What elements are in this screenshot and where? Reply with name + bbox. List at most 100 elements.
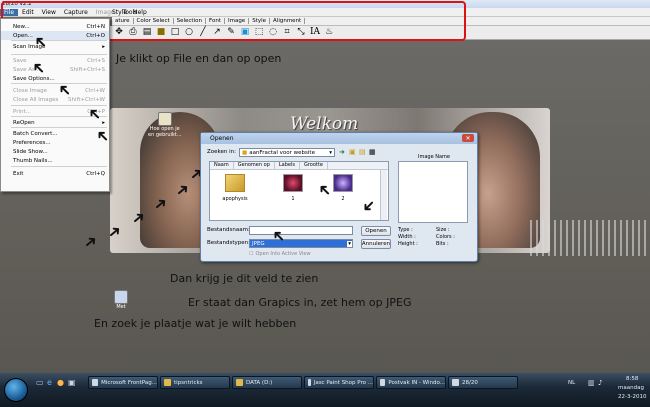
volume-icon[interactable]: ♪ bbox=[598, 379, 602, 387]
open-button[interactable]: Openen bbox=[361, 226, 391, 236]
column-date[interactable]: Genomen op bbox=[234, 162, 275, 169]
taskbar-item[interactable]: Jasc Paint Shop Pro ... bbox=[304, 376, 374, 389]
network-icon[interactable]: ▥ bbox=[588, 379, 595, 387]
new-folder-icon[interactable]: ▤ bbox=[359, 148, 366, 156]
file-menu-item-open[interactable]: Open... Ctrl+O bbox=[1, 31, 109, 40]
menu-item-shortcut: Ctrl+S bbox=[87, 57, 105, 64]
bits-label: Bits : bbox=[436, 241, 449, 247]
menu-item-label: Preferences... bbox=[13, 139, 51, 146]
list-item[interactable]: 1 bbox=[278, 174, 308, 210]
folder-icon bbox=[164, 379, 171, 386]
mail-icon bbox=[380, 379, 386, 386]
frontpage-icon bbox=[92, 379, 99, 386]
close-icon[interactable]: ✕ bbox=[462, 134, 474, 142]
menu-item-shortcut: Ctrl+O bbox=[86, 32, 105, 39]
menu-item-label: Print... bbox=[13, 108, 31, 115]
menu-item-label: Close Image bbox=[13, 87, 47, 94]
file-list-scrollbar[interactable] bbox=[380, 170, 387, 220]
menu-item-label: ReOpen bbox=[13, 119, 35, 126]
chevron-down-icon: ▾ bbox=[347, 240, 352, 247]
desktop-icon-label: Hoe open je en gebruikt... bbox=[148, 126, 182, 138]
type-label: Type : bbox=[398, 227, 413, 233]
column-name[interactable]: Naam bbox=[210, 162, 234, 169]
taskbar-item[interactable]: 28/20 bbox=[448, 376, 518, 389]
instruction-step-3: Er staat dan Grapics in, zet hem op JPEG bbox=[188, 296, 412, 309]
menu-separator bbox=[11, 127, 107, 128]
paintshop-icon bbox=[308, 379, 311, 386]
clock-time[interactable]: 8:58 bbox=[626, 376, 638, 382]
menu-separator bbox=[11, 166, 107, 167]
menu-item-shortcut: Ctrl+Q bbox=[86, 170, 105, 177]
taskbar-item[interactable]: Postvak IN - Windo... bbox=[376, 376, 446, 389]
menu-item-shortcut: ▸ bbox=[102, 43, 105, 50]
size-label: Size : bbox=[436, 227, 450, 233]
height-label: Height : bbox=[398, 241, 418, 247]
column-size[interactable]: Grootte bbox=[300, 162, 328, 169]
desktop-icon-label: Met bbox=[116, 304, 126, 310]
file-list-header: Naam Genomen op Labels Grootte bbox=[210, 162, 388, 170]
desktop-icon-app[interactable]: Met bbox=[114, 290, 128, 310]
file-menu-item-slide-show[interactable]: Slide Show... bbox=[1, 147, 109, 156]
file-menu-item-save-as[interactable]: Save As... Shift+Ctrl+S bbox=[1, 65, 109, 74]
banner-stripes bbox=[530, 220, 650, 256]
app-icon bbox=[114, 290, 128, 304]
dialog-title: Openen bbox=[210, 135, 234, 142]
instruction-step-4: En zoek je plaatje wat je wilt hebben bbox=[94, 317, 297, 330]
open-into-active-view-checkbox[interactable]: ☐ Open Into Active View bbox=[249, 251, 311, 257]
folder-icon: ■ bbox=[242, 149, 248, 156]
up-folder-icon[interactable]: ▣ bbox=[349, 148, 356, 156]
start-button[interactable] bbox=[4, 378, 28, 402]
taskbar-label: Jasc Paint Shop Pro ... bbox=[313, 379, 373, 386]
taskbar-item[interactable]: Microsoft FrontPag... bbox=[88, 376, 158, 389]
menu-separator bbox=[11, 40, 107, 41]
cancel-button[interactable]: Annuleren bbox=[361, 239, 391, 249]
menu-item-shortcut: Ctrl+W bbox=[85, 87, 105, 94]
taskbar-item[interactable]: tipsntricks bbox=[160, 376, 230, 389]
menu-item-shortcut: Shift+Ctrl+S bbox=[70, 66, 105, 73]
look-in-label: Zoeken in: bbox=[207, 149, 236, 155]
capture-app-icon bbox=[452, 379, 459, 386]
file-list[interactable]: Naam Genomen op Labels Grootte apophysis… bbox=[209, 161, 389, 221]
file-name: 2 bbox=[341, 196, 345, 202]
menu-item-label: Exit bbox=[13, 170, 24, 177]
menu-item-label: Save bbox=[13, 57, 27, 64]
file-menu-item-thumb-nails[interactable]: Thumb Nails... bbox=[1, 156, 109, 165]
image-thumbnail bbox=[333, 174, 353, 192]
file-menu-item-exit[interactable]: Exit Ctrl+Q bbox=[1, 169, 109, 178]
clock-day: maandag bbox=[618, 385, 644, 391]
back-icon[interactable]: ➜ bbox=[339, 148, 345, 156]
filetype-select[interactable]: JPEG ▾ bbox=[249, 239, 353, 248]
firefox-icon[interactable]: ● bbox=[57, 378, 64, 387]
open-dialog: Openen ✕ Zoeken in: ■ aanFractal voor we… bbox=[200, 132, 478, 262]
taskbar-label: Microsoft FrontPag... bbox=[101, 379, 157, 386]
column-labels[interactable]: Labels bbox=[275, 162, 300, 169]
folder-icon bbox=[236, 379, 243, 386]
look-in-value: aanFractal voor website bbox=[249, 149, 315, 156]
image-preview-panel: Image Name bbox=[398, 154, 468, 223]
file-menu-item-scan-image[interactable]: Scan Image ▸ bbox=[1, 42, 109, 51]
view-menu-icon[interactable]: ▦ bbox=[369, 148, 376, 156]
file-menu-item-save[interactable]: Save Ctrl+S bbox=[1, 56, 109, 65]
language-indicator[interactable]: NL bbox=[568, 380, 575, 386]
checkbox-icon: ☐ bbox=[249, 251, 254, 257]
taskbar-item[interactable]: DATA (D:) bbox=[232, 376, 302, 389]
menu-item-shortcut: Ctrl+N bbox=[86, 23, 105, 30]
explorer-icon[interactable]: ▣ bbox=[68, 378, 76, 387]
file-menu-item-new[interactable]: New... Ctrl+N bbox=[1, 22, 109, 31]
dialog-title-bar: Openen bbox=[201, 133, 477, 144]
file-menu-item-save-options[interactable]: Save Options... bbox=[1, 74, 109, 83]
document-icon bbox=[157, 112, 172, 126]
ie-icon[interactable]: e bbox=[47, 378, 52, 387]
list-item[interactable]: 2 bbox=[328, 174, 358, 210]
taskbar-label: DATA (D:) bbox=[246, 379, 273, 386]
menu-separator bbox=[11, 83, 107, 84]
list-item[interactable]: apophysis bbox=[220, 174, 250, 210]
pointer-arrow-icon: ➜ bbox=[79, 230, 102, 254]
look-in-select[interactable]: ■ aanFractal voor website ▾ bbox=[239, 148, 335, 157]
desktop-icon-document[interactable]: Hoe open je en gebruikt... bbox=[148, 112, 182, 138]
filename-input[interactable] bbox=[249, 226, 353, 235]
clock-date: 22-3-2010 bbox=[618, 394, 647, 400]
show-desktop-icon[interactable]: ▭ bbox=[36, 378, 44, 387]
menu-item-label: Open... bbox=[13, 32, 33, 39]
file-menu-item-close-all-images[interactable]: Close All Images Shift+Ctrl+W bbox=[1, 95, 109, 104]
